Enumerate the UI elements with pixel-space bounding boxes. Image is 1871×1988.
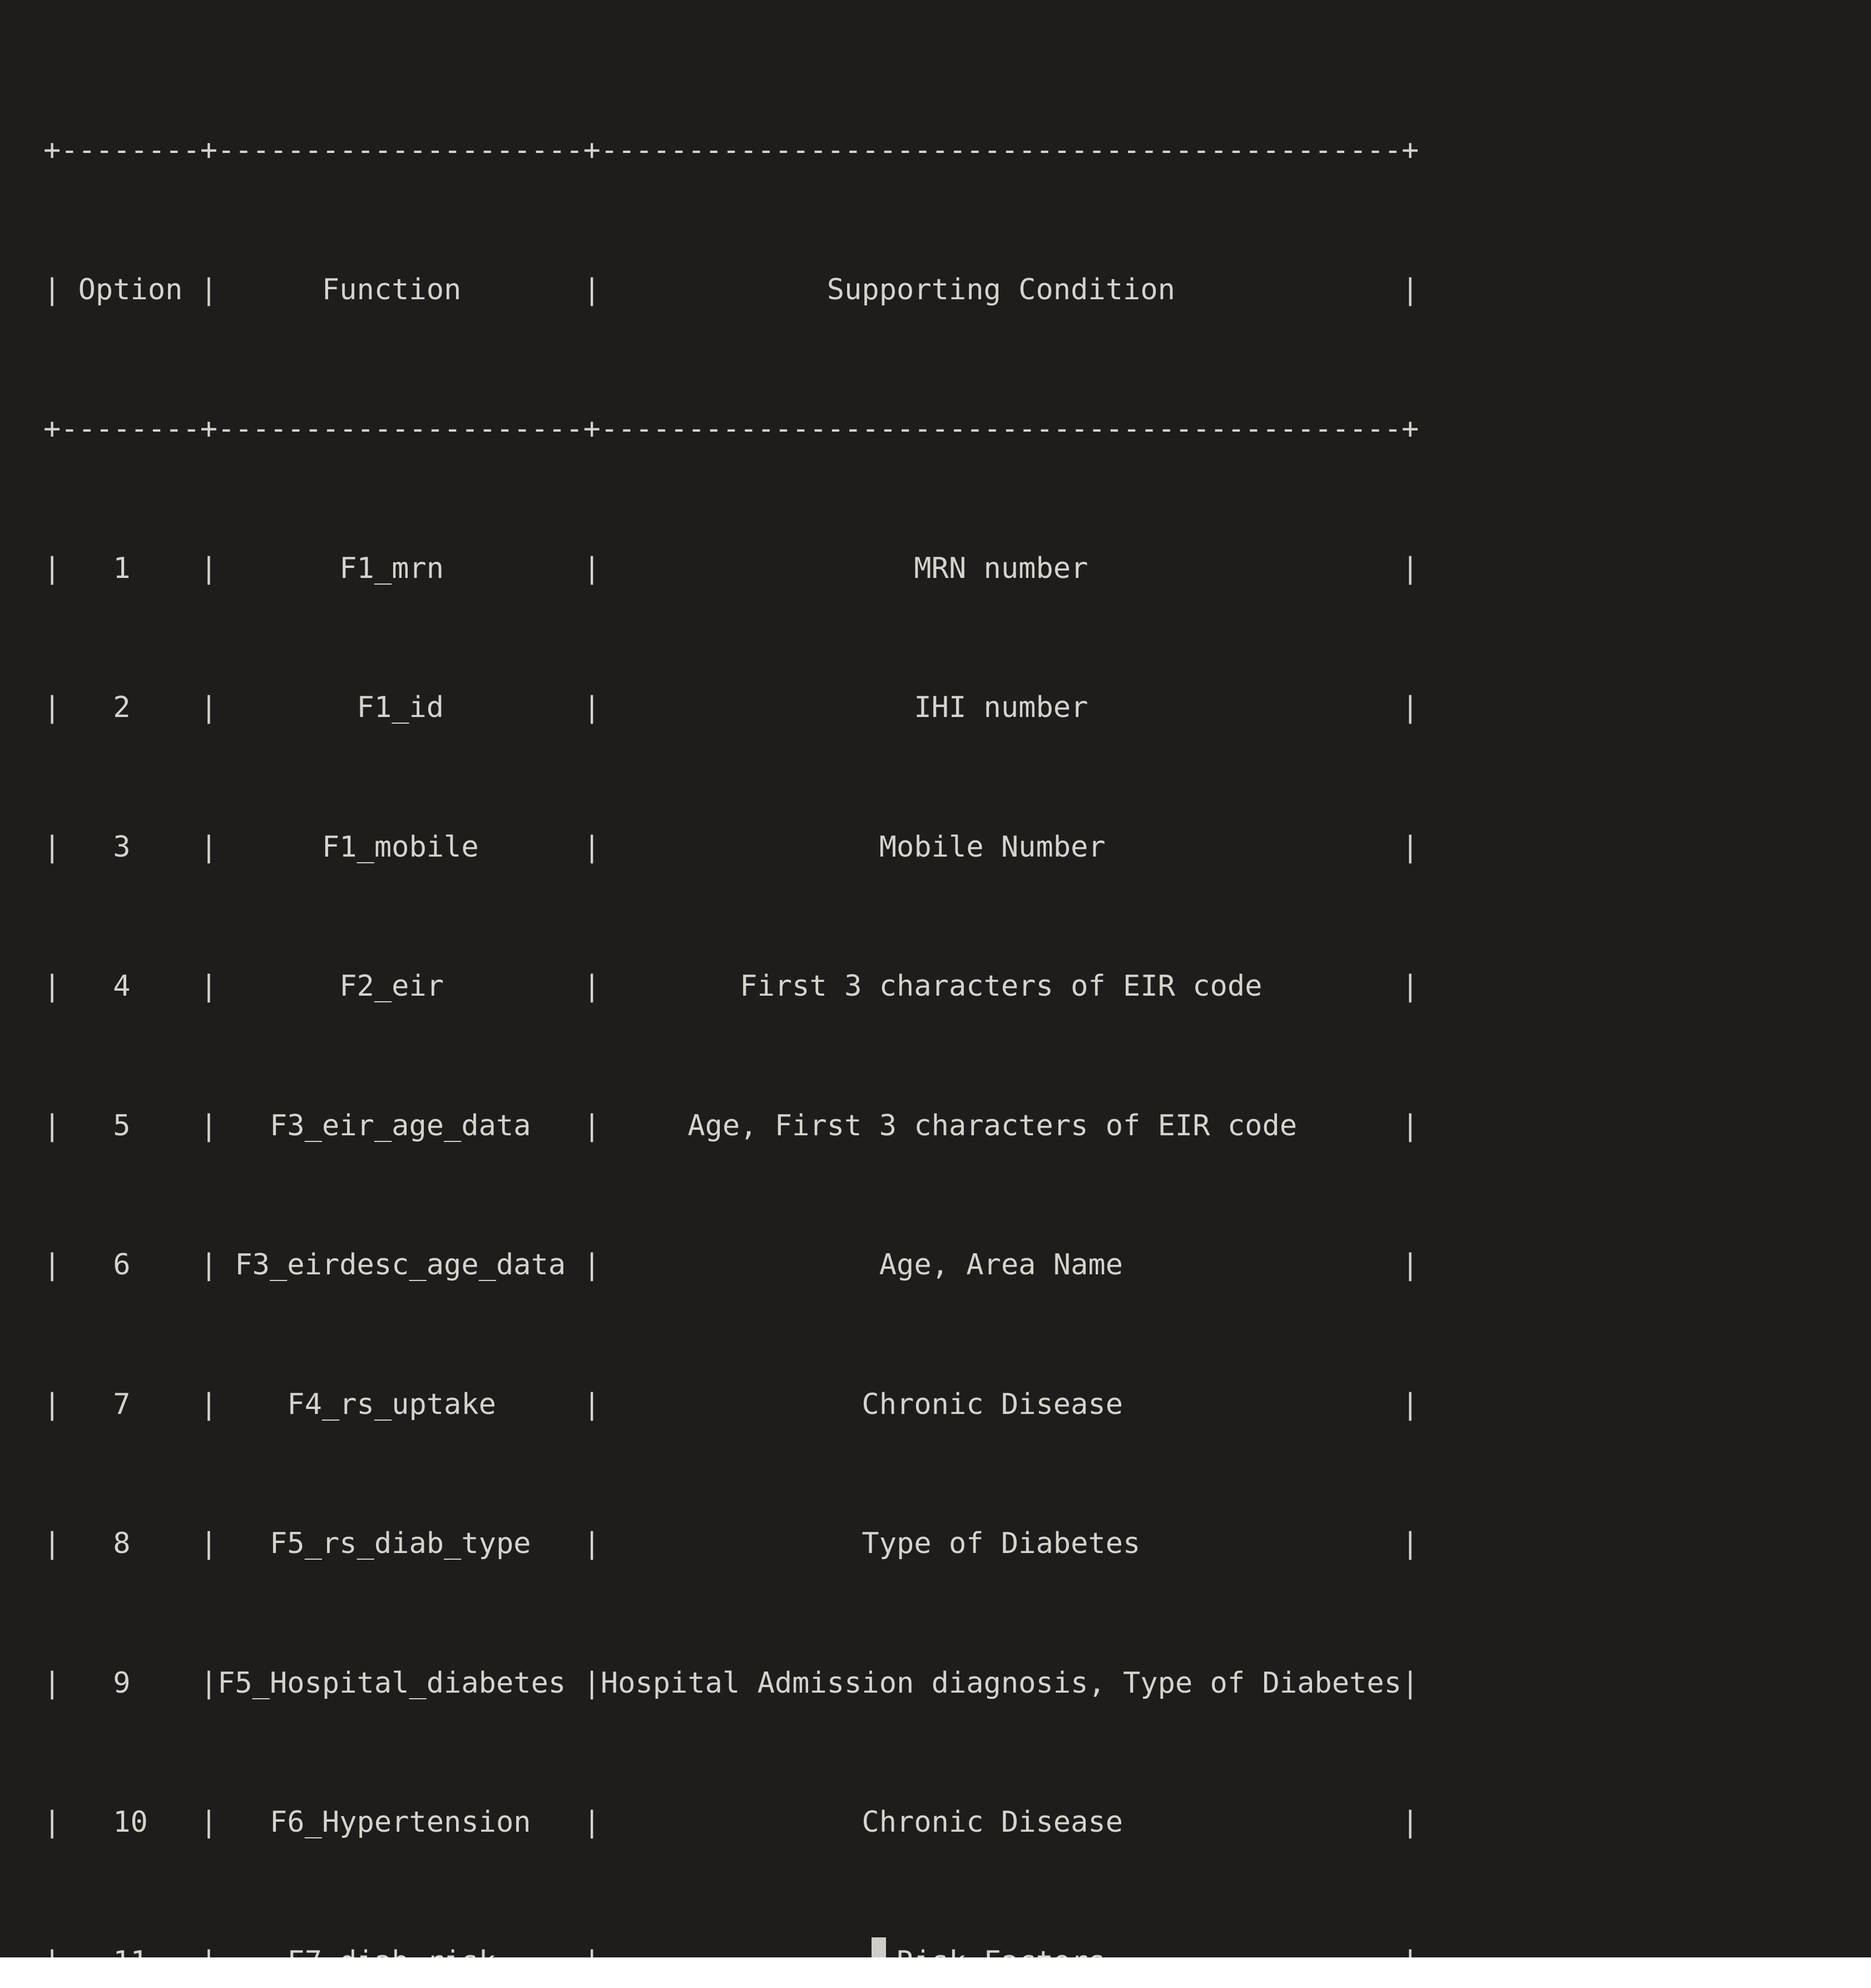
terminal-cursor — [872, 1937, 886, 1957]
table-row: | 6 | F3_eirdesc_age_data | Age, Area Na… — [43, 1248, 1419, 1282]
table-row: | 9 |F5_Hospital_diabetes |Hospital Admi… — [43, 1666, 1419, 1700]
table-row: | 4 | F2_eir | First 3 characters of EIR… — [43, 970, 1419, 1003]
table-row: | 1 | F1_mrn | MRN number | — [43, 551, 1419, 585]
table-row: | 5 | F3_eir_age_data | Age, First 3 cha… — [43, 1109, 1419, 1143]
table-row: | 2 | F1_id | IHI number | — [43, 691, 1419, 724]
table-row: | 3 | F1_mobile | Mobile Number | — [43, 830, 1419, 864]
table-border-top: +--------+---------------------+--------… — [43, 133, 1419, 167]
table-row: | 11 | F7_diab_risk | Risk Factors | — [43, 1939, 1611, 1958]
table-row: | 8 | F5_rs_diab_type | Type of Diabetes… — [43, 1527, 1419, 1560]
table-border-mid: +--------+---------------------+--------… — [43, 412, 1419, 446]
table-row: | 7 | F4_rs_uptake | Chronic Disease | — [43, 1387, 1419, 1421]
table-row: | 10 | F6_Hypertension | Chronic Disease… — [43, 1806, 1419, 1839]
terminal-window[interactable]: +--------+---------------------+--------… — [0, 0, 1871, 1957]
bottom-strip — [0, 1957, 1871, 1988]
table-header-row: | Option | Function | Supporting Conditi… — [43, 273, 1419, 306]
console-output: +--------+---------------------+--------… — [43, 34, 1611, 1957]
